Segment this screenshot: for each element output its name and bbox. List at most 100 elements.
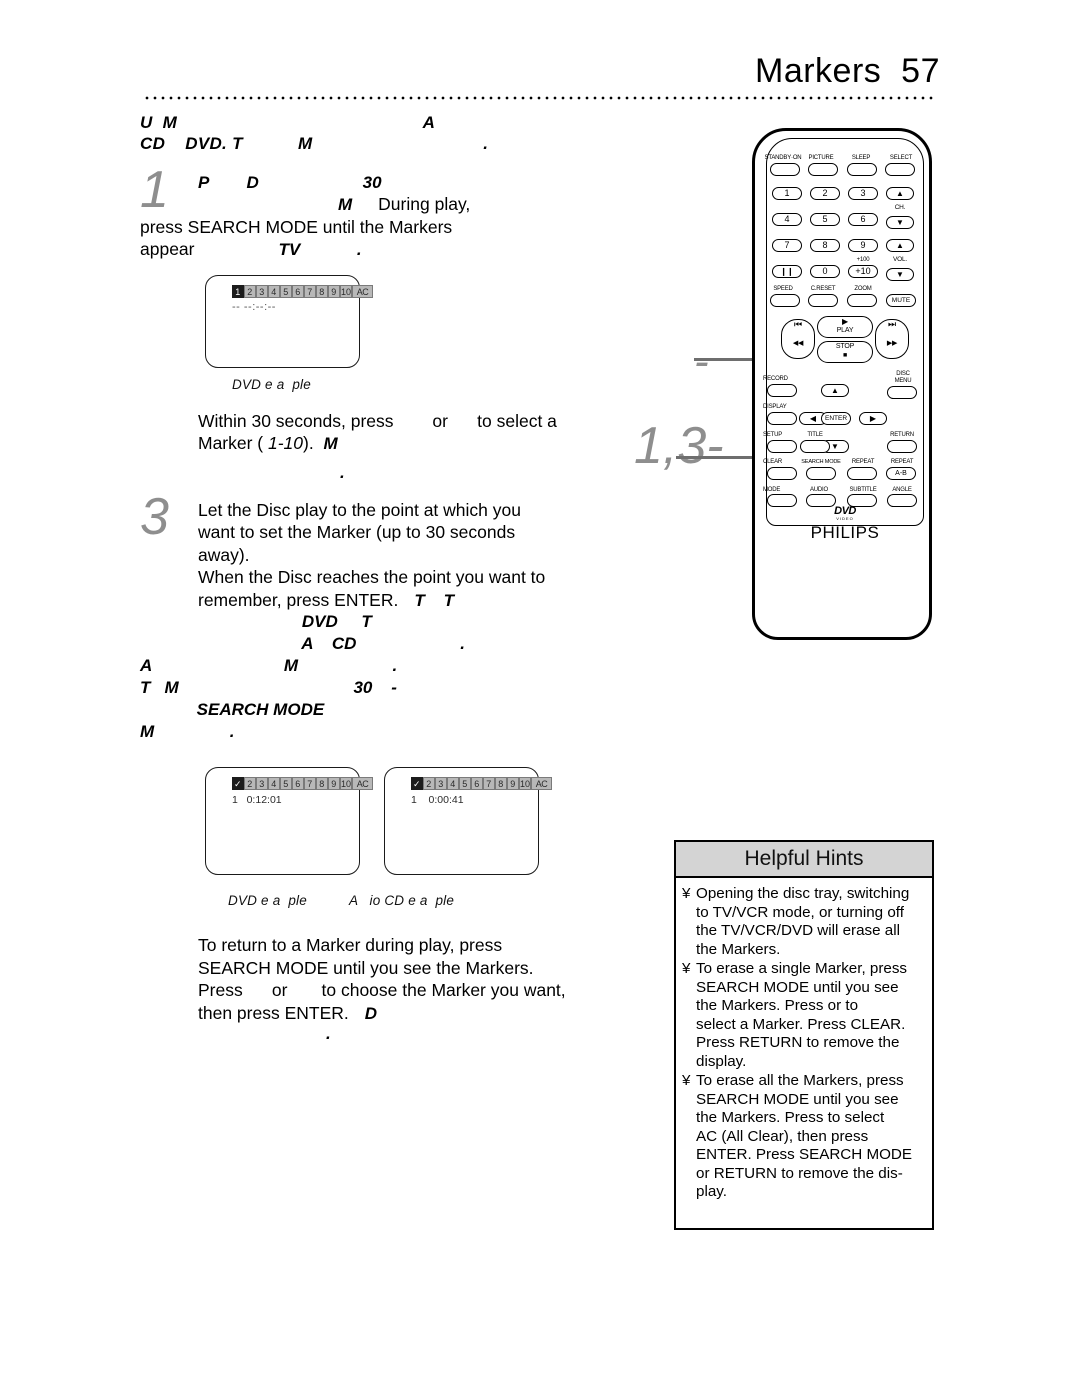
- fast-forward-icon[interactable]: ▶▶: [875, 340, 909, 347]
- marker-cell[interactable]: 5: [280, 284, 292, 298]
- marker-cell[interactable]: 3: [256, 284, 268, 298]
- digit-2-button[interactable]: 2: [810, 187, 840, 200]
- digit-9-button[interactable]: 9: [848, 239, 878, 252]
- step-3-emph-line-2: A M .: [140, 656, 398, 675]
- step-3-emph-inline: T T: [414, 590, 454, 610]
- display-button[interactable]: [767, 412, 797, 425]
- disc-menu-button[interactable]: [887, 386, 917, 399]
- marker-cell[interactable]: 5: [459, 777, 471, 790]
- pause-button[interactable]: ❙❙: [772, 265, 802, 278]
- picture-label: PICTURE: [808, 155, 834, 161]
- digit-7-button[interactable]: 7: [772, 239, 802, 252]
- marker-cell[interactable]: 7: [304, 777, 316, 790]
- zoom-label: ZOOM: [854, 286, 872, 292]
- marker-strip-1[interactable]: 1 2 3 4 5 6 7 8 9 10 AC: [232, 284, 374, 298]
- digit-3-button[interactable]: 3: [848, 187, 878, 200]
- digit-8-button[interactable]: 8: [810, 239, 840, 252]
- navigate-up-button[interactable]: ▲: [821, 384, 849, 397]
- digit-6-button[interactable]: 6: [848, 213, 878, 226]
- step-1-emph-tail: TV .: [278, 240, 362, 259]
- select-button[interactable]: [885, 163, 915, 176]
- standby-on-button[interactable]: [770, 163, 800, 176]
- record-button[interactable]: [767, 384, 797, 397]
- marker-cell-all-clear[interactable]: AC: [352, 284, 373, 298]
- mode-label: MODE: [763, 487, 781, 493]
- marker-cell[interactable]: 6: [292, 777, 304, 790]
- repeat-label: REPEAT: [851, 459, 875, 465]
- marker-strip-3[interactable]: ✓ 2 3 4 5 6 7 8 9 10 AC: [411, 777, 553, 790]
- marker-strip-2[interactable]: ✓ 2 3 4 5 6 7 8 9 10 AC: [232, 777, 374, 790]
- marker-cell[interactable]: 9: [328, 284, 340, 298]
- marker-cell-all-clear[interactable]: AC: [531, 777, 552, 790]
- stop-icon: ■: [842, 352, 848, 359]
- marker-cell-checked[interactable]: ✓: [411, 777, 423, 790]
- channel-up-button[interactable]: ▲: [886, 187, 914, 200]
- zoom-button[interactable]: [847, 294, 877, 307]
- caption-screen-2: DVD e a ple: [228, 893, 307, 908]
- volume-up-button[interactable]: ▲: [886, 239, 914, 252]
- sleep-button[interactable]: [847, 163, 877, 176]
- marker-cell[interactable]: 10: [340, 777, 352, 790]
- plus-ten-button[interactable]: +10: [848, 265, 878, 278]
- step-1-number: 1: [140, 161, 169, 219]
- marker-cell[interactable]: 2: [244, 777, 256, 790]
- marker-cell[interactable]: 4: [447, 777, 459, 790]
- marker-cell[interactable]: 8: [495, 777, 507, 790]
- speed-button[interactable]: [770, 294, 800, 307]
- marker-cell[interactable]: 8: [316, 777, 328, 790]
- navigate-right-button[interactable]: ▶: [859, 412, 887, 425]
- marker-cell[interactable]: 4: [268, 284, 280, 298]
- marker-cell[interactable]: 10: [519, 777, 531, 790]
- channel-down-button[interactable]: ▼: [886, 216, 914, 229]
- callout-label-search-mode: 1,3-: [634, 417, 724, 475]
- step-3-emph-line-4: SEARCH MODE: [140, 700, 325, 719]
- search-mode-button[interactable]: [806, 467, 836, 480]
- sleep-label: SLEEP: [851, 155, 871, 161]
- rewind-icon[interactable]: ◀◀: [781, 340, 815, 347]
- digit-5-button[interactable]: 5: [810, 213, 840, 226]
- hint-text: To erase a single Marker, press SEARCH M…: [696, 960, 908, 1070]
- creset-button[interactable]: [808, 294, 838, 307]
- marker-cell[interactable]: 4: [268, 777, 280, 790]
- marker-time-3: 1 0:00:41: [411, 794, 464, 806]
- marker-cell-all-clear[interactable]: AC: [352, 777, 373, 790]
- marker-cell[interactable]: 5: [280, 777, 292, 790]
- marker-cell-checked[interactable]: ✓: [232, 777, 244, 790]
- digit-4-button[interactable]: 4: [772, 213, 802, 226]
- instructions-column: U M A CD DVD. T M . 1 P D 30 M During pl…: [140, 112, 660, 1044]
- creset-label: C.RESET: [810, 286, 836, 292]
- marker-cell[interactable]: 9: [507, 777, 519, 790]
- marker-cell[interactable]: 10: [340, 284, 352, 298]
- marker-cell[interactable]: 3: [256, 777, 268, 790]
- repeat-ab-button[interactable]: A-B: [886, 467, 916, 480]
- speed-label: SPEED: [773, 286, 793, 292]
- marker-cell[interactable]: 1: [232, 284, 244, 298]
- enter-button[interactable]: ENTER: [821, 412, 851, 425]
- marker-cell[interactable]: 3: [435, 777, 447, 790]
- previous-track-icon[interactable]: ⏮: [781, 320, 815, 329]
- volume-label: VOL.: [892, 256, 907, 263]
- picture-button[interactable]: [808, 163, 838, 176]
- mute-button[interactable]: MUTE: [886, 294, 916, 307]
- marker-cell[interactable]: 6: [292, 284, 304, 298]
- clear-button[interactable]: [767, 467, 797, 480]
- marker-cell[interactable]: 9: [328, 777, 340, 790]
- next-track-icon[interactable]: ⏭: [875, 320, 909, 329]
- marker-cell[interactable]: 2: [244, 284, 256, 298]
- volume-down-button[interactable]: ▼: [886, 268, 914, 281]
- repeat-button[interactable]: [847, 467, 877, 480]
- stop-label: STOP: [835, 343, 855, 350]
- marker-cell[interactable]: 6: [471, 777, 483, 790]
- marker-cell[interactable]: 7: [483, 777, 495, 790]
- caption-screen-1: DVD e a ple: [232, 376, 311, 392]
- title-button[interactable]: [800, 440, 830, 453]
- intro-line-2: CD DVD. T M .: [140, 134, 489, 153]
- digit-1-button[interactable]: 1: [772, 187, 802, 200]
- marker-cell[interactable]: 7: [304, 284, 316, 298]
- return-button[interactable]: [887, 440, 917, 453]
- setup-button[interactable]: [767, 440, 797, 453]
- hint-text: To erase all the Markers, press SEARCH M…: [696, 1072, 913, 1200]
- digit-0-button[interactable]: 0: [810, 265, 840, 278]
- marker-cell[interactable]: 8: [316, 284, 328, 298]
- marker-cell[interactable]: 2: [423, 777, 435, 790]
